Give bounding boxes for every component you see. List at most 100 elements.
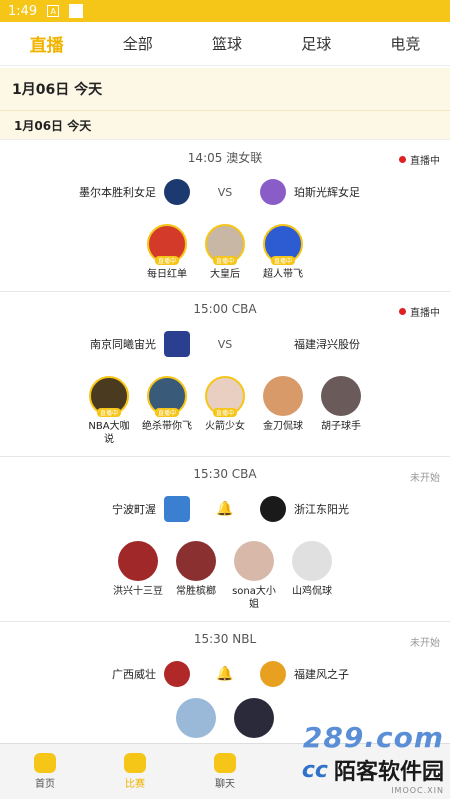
anchor-item[interactable]: 直播中 火箭少女 xyxy=(203,376,247,446)
match-card[interactable]: 15:00 CBA 直播中 南京同曦宙光 VS 福建浔兴股份 直播中 NBA大咖… xyxy=(0,292,450,457)
anchor-item[interactable]: 直播中 超人带飞 xyxy=(261,224,305,281)
home-team-logo-icon xyxy=(164,179,190,205)
live-tag: 直播中 xyxy=(212,256,238,265)
anchor-item[interactable]: 常胜槟榔 xyxy=(174,541,218,611)
anchor-name: 胡子球手 xyxy=(321,421,361,432)
status-bar: 1:49 A xyxy=(0,0,450,22)
away-team-name: 福建风之子 xyxy=(294,668,349,681)
home-team-name: 宁波町渥 xyxy=(112,503,156,516)
anchor-name: 大皇后 xyxy=(210,269,240,280)
away-team-logo-icon xyxy=(260,661,286,687)
anchor-name: 常胜槟榔 xyxy=(176,586,216,597)
notification-icon: A xyxy=(47,5,60,17)
date-subheader: 1月06日 今天 xyxy=(0,110,450,140)
away-team-name: 福建浔兴股份 xyxy=(294,338,360,351)
anchor-name: 火箭少女 xyxy=(205,421,245,432)
watermark-url: IMOOC.XIN xyxy=(391,786,444,795)
home-team-logo-icon xyxy=(164,496,190,522)
watermark-brand: 陌客软件园 xyxy=(333,760,444,785)
anchor-item[interactable]: 金刀侃球 xyxy=(261,376,305,446)
live-tag: 直播中 xyxy=(212,408,238,417)
watermark: 289.com cc 陌客软件园 IMOOC.XIN xyxy=(302,721,444,795)
date-header: 1月06日 今天 xyxy=(0,68,450,110)
nav-label: 聊天 xyxy=(215,779,235,790)
notification-box-icon xyxy=(69,4,84,18)
away-team-logo-icon xyxy=(260,331,286,357)
avatar xyxy=(292,541,332,581)
live-tag: 直播中 xyxy=(154,256,180,265)
status-time: 1:49 xyxy=(8,3,38,19)
avatar xyxy=(176,541,216,581)
nav-label: 首页 xyxy=(35,779,55,790)
avatar xyxy=(118,541,158,581)
status-badge: 未开始 xyxy=(410,634,440,649)
avatar: 直播中 xyxy=(89,376,129,417)
status-text: 直播中 xyxy=(410,156,440,167)
anchor-name: 山鸡侃球 xyxy=(292,586,332,597)
away-team-logo-icon xyxy=(260,179,286,205)
avatar: 直播中 xyxy=(205,376,245,417)
anchor-list: 直播中 每日红单 直播中 大皇后 直播中 超人带飞 xyxy=(0,210,450,281)
avatar xyxy=(321,376,361,416)
anchor-list: 洪兴十三豆 常胜槟榔 sona大小姐 山鸡侃球 xyxy=(0,527,450,611)
match-card[interactable]: 14:05 澳女联 直播中 墨尔本胜利女足 VS 珀斯光辉女足 直播中 每日红单… xyxy=(0,140,450,292)
away-team-logo-icon xyxy=(260,496,286,522)
live-tag: 直播中 xyxy=(96,408,122,417)
match-teams: 宁波町渥 🔔 浙江东阳光 xyxy=(0,491,450,527)
match-teams: 广西威壮 🔔 福建风之子 xyxy=(0,656,450,692)
avatar xyxy=(234,698,274,738)
avatar xyxy=(234,541,274,581)
tab-football[interactable]: 足球 xyxy=(293,33,339,54)
avatar: 直播中 xyxy=(205,224,245,265)
anchor-item[interactable]: sona大小姐 xyxy=(232,541,276,611)
avatar xyxy=(176,698,216,738)
home-icon xyxy=(34,753,56,773)
live-tag: 直播中 xyxy=(154,408,180,417)
bottom-navigation: 首页 比赛 聊天 289.com cc 陌客软件园 IMOOC.XIN xyxy=(0,721,450,799)
anchor-item[interactable]: 直播中 NBA大咖说 xyxy=(87,376,131,446)
match-teams: 南京同曦宙光 VS 福建浔兴股份 xyxy=(0,326,450,362)
status-text: 未开始 xyxy=(410,638,440,649)
bell-icon[interactable]: 🔔 xyxy=(190,666,260,682)
vs-label: VS xyxy=(217,337,233,351)
match-time-league: 15:30 NBL xyxy=(193,632,257,646)
tab-all[interactable]: 全部 xyxy=(115,33,161,54)
anchor-name: sona大小姐 xyxy=(232,586,276,610)
category-tabs: 直播 全部 篮球 足球 电竞 xyxy=(0,22,450,66)
anchor-item[interactable]: 直播中 每日红单 xyxy=(145,224,189,281)
nav-label: 比赛 xyxy=(125,779,145,790)
nav-matches[interactable]: 比赛 xyxy=(90,753,180,790)
anchor-item[interactable]: 洪兴十三豆 xyxy=(113,541,163,611)
status-text: 直播中 xyxy=(410,308,440,319)
live-tag: 直播中 xyxy=(270,256,296,265)
bell-icon[interactable]: 🔔 xyxy=(190,501,260,517)
anchor-item[interactable]: 直播中 绝杀带你飞 xyxy=(142,376,192,446)
nav-chat[interactable]: 聊天 xyxy=(180,753,270,790)
match-card[interactable]: 15:30 CBA 未开始 宁波町渥 🔔 浙江东阳光 洪兴十三豆 常胜槟榔 so… xyxy=(0,457,450,622)
tab-live[interactable]: 直播 xyxy=(22,31,72,56)
anchor-item[interactable]: 直播中 大皇后 xyxy=(203,224,247,281)
match-time-league: 15:30 CBA xyxy=(193,467,257,481)
avatar: 直播中 xyxy=(263,224,303,265)
avatar: 直播中 xyxy=(147,224,187,265)
matches-icon xyxy=(124,753,146,773)
anchor-name: NBA大咖说 xyxy=(88,421,130,445)
anchor-item[interactable]: 山鸡侃球 xyxy=(290,541,334,611)
watermark-logo-icon: cc xyxy=(301,757,328,783)
nav-home[interactable]: 首页 xyxy=(0,753,90,790)
away-team-name: 浙江东阳光 xyxy=(294,503,349,516)
anchor-item[interactable] xyxy=(232,698,276,738)
anchor-name: 绝杀带你飞 xyxy=(142,421,192,432)
home-team-name: 广西威壮 xyxy=(112,668,156,681)
live-dot-icon xyxy=(399,308,406,315)
anchor-item[interactable]: 胡子球手 xyxy=(319,376,363,446)
vs-label: VS xyxy=(217,185,233,199)
tab-basketball[interactable]: 篮球 xyxy=(204,33,250,54)
match-time-league: 14:05 澳女联 xyxy=(187,150,263,165)
tab-esports[interactable]: 电竞 xyxy=(382,33,428,54)
anchor-item[interactable] xyxy=(174,698,218,738)
chat-icon xyxy=(214,753,236,773)
anchor-name: 金刀侃球 xyxy=(263,421,303,432)
anchor-name: 超人带飞 xyxy=(263,269,303,280)
away-team-name: 珀斯光辉女足 xyxy=(294,186,360,199)
